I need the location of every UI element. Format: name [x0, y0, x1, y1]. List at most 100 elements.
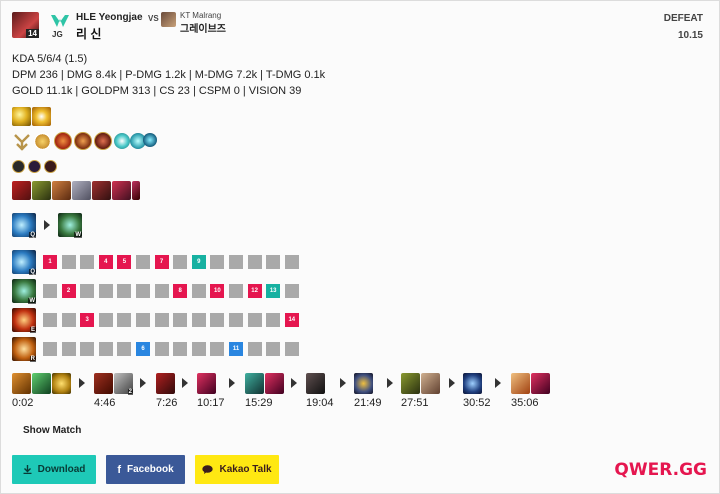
skill-level-cell: 2: [61, 284, 76, 298]
skill-level-cell: [229, 255, 243, 269]
skill-level-cell: [173, 342, 188, 356]
item-count-badge: 2: [127, 389, 133, 395]
skill-level-cell: [191, 342, 206, 356]
rune-keystone-icon: [14, 134, 30, 151]
player-name[interactable]: HLE Yeongjae: [76, 12, 143, 23]
skill-r-icon: R: [12, 337, 36, 362]
arrow-right-icon: [44, 220, 50, 230]
champion-portrait: 14: [12, 12, 39, 38]
rune-secondary-icon: [114, 133, 130, 149]
skill-level-cell: [154, 284, 169, 298]
item-icon: [245, 373, 264, 394]
shard-armor-icon: [44, 160, 57, 173]
skill-level-cell: [117, 284, 132, 298]
build-time: 21:49: [354, 397, 382, 409]
skill-level-cell: 1: [43, 255, 57, 269]
rune-primary-icon: [34, 133, 51, 150]
skill-level-cell: [136, 313, 150, 327]
build-time: 7:26: [156, 397, 178, 409]
opponent-champion: 그레이브즈: [180, 24, 226, 35]
skill-level-cell: [284, 284, 299, 298]
item-icon: [354, 373, 373, 394]
skill-level-cell: 6: [136, 342, 150, 356]
stats-damage: DPM 236 | DMG 8.4k | P-DMG 1.2k | M-DMG …: [12, 69, 326, 81]
skill-e-icon: E: [12, 308, 36, 333]
arrow-right-icon: [495, 378, 501, 388]
skill-level-cell: [136, 284, 150, 298]
arrow-right-icon: [340, 378, 346, 388]
skill-level-cell: [173, 313, 188, 327]
download-button[interactable]: Download: [12, 455, 96, 484]
champion-name: 리 신: [76, 27, 102, 41]
opponent-name[interactable]: KT Malrang: [180, 11, 221, 20]
build-time: 30:52: [463, 397, 491, 409]
rune-secondary-icon: [143, 133, 157, 147]
champion-level: 14: [26, 29, 39, 38]
rune-primary-icon: [54, 132, 72, 150]
item-icon: [421, 373, 440, 394]
skill-level-cell: [154, 342, 169, 356]
skill-level-cell: [43, 313, 57, 327]
stats-gold: GOLD 11.1k | GOLDPM 313 | CS 23 | CSPM 0…: [12, 85, 302, 97]
build-time: 19:04: [306, 397, 334, 409]
item-icon: [112, 181, 131, 200]
build-time: 10:17: [197, 397, 225, 409]
item-icon: [531, 373, 550, 394]
facebook-share-button[interactable]: f Facebook: [106, 455, 185, 484]
build-time: 35:06: [511, 397, 539, 409]
stats-kda: KDA 5/6/4 (1.5): [12, 53, 88, 65]
skill-level-cell: [98, 284, 113, 298]
item-icon: [511, 373, 530, 394]
arrow-right-icon: [182, 378, 188, 388]
skill-w-icon: W: [12, 279, 36, 304]
skill-level-cell: [117, 342, 132, 356]
skill-level-cell: [43, 342, 57, 356]
build-time: 4:46: [94, 397, 116, 409]
flash-spell-icon: [12, 107, 31, 126]
skill-level-cell: 11: [229, 342, 243, 356]
skill-level-cell: [80, 284, 95, 298]
vs-label: VS: [148, 14, 159, 23]
brand-logo[interactable]: QWER.GG: [614, 460, 707, 480]
item-icon: [12, 373, 31, 394]
skill-level-cell: [173, 255, 188, 269]
item-icon: [92, 181, 111, 200]
item-icon: [197, 373, 216, 394]
skill-level-cell: [98, 342, 113, 356]
kakao-share-button[interactable]: Kakao Talk: [195, 455, 279, 484]
item-icon: [52, 373, 71, 394]
skill-level-cell: [229, 313, 243, 327]
skill-level-cell: [247, 313, 262, 327]
ward-trinket-icon: [132, 181, 140, 200]
arrow-right-icon: [79, 378, 85, 388]
arrow-right-icon: [140, 378, 146, 388]
role-label: JG: [52, 30, 63, 39]
stats-block: KDA 5/6/4 (1.5) DPM 236 | DMG 8.4k | P-D…: [12, 51, 325, 99]
download-label: Download: [37, 464, 86, 475]
match-result: DEFEAT: [663, 13, 703, 24]
build-time: 0:02: [12, 397, 34, 409]
arrow-right-icon: [387, 378, 393, 388]
item-icon: [12, 181, 31, 200]
item-icon: [265, 373, 284, 394]
show-match-link[interactable]: Show Match: [23, 425, 81, 436]
patch-version: 10.15: [677, 30, 703, 41]
skill-level-cell: [43, 284, 57, 298]
skill-q-icon: Q: [12, 213, 36, 238]
team-logo-icon: [51, 15, 69, 27]
skill-level-cell: [61, 342, 76, 356]
facebook-icon: f: [117, 463, 121, 476]
item-icon: [401, 373, 420, 394]
skill-level-cell: [284, 255, 299, 269]
skill-level-cell: [98, 313, 113, 327]
skill-level-cell: 4: [98, 255, 113, 269]
skill-level-cell: [210, 342, 225, 356]
smite-spell-icon: [32, 107, 51, 126]
rune-primary-icon: [94, 132, 112, 150]
item-icon: [52, 181, 71, 200]
item-icon: [32, 373, 51, 394]
build-time: 27:51: [401, 397, 429, 409]
skill-level-cell: [61, 313, 76, 327]
arrow-right-icon: [449, 378, 455, 388]
download-icon: [23, 465, 32, 474]
